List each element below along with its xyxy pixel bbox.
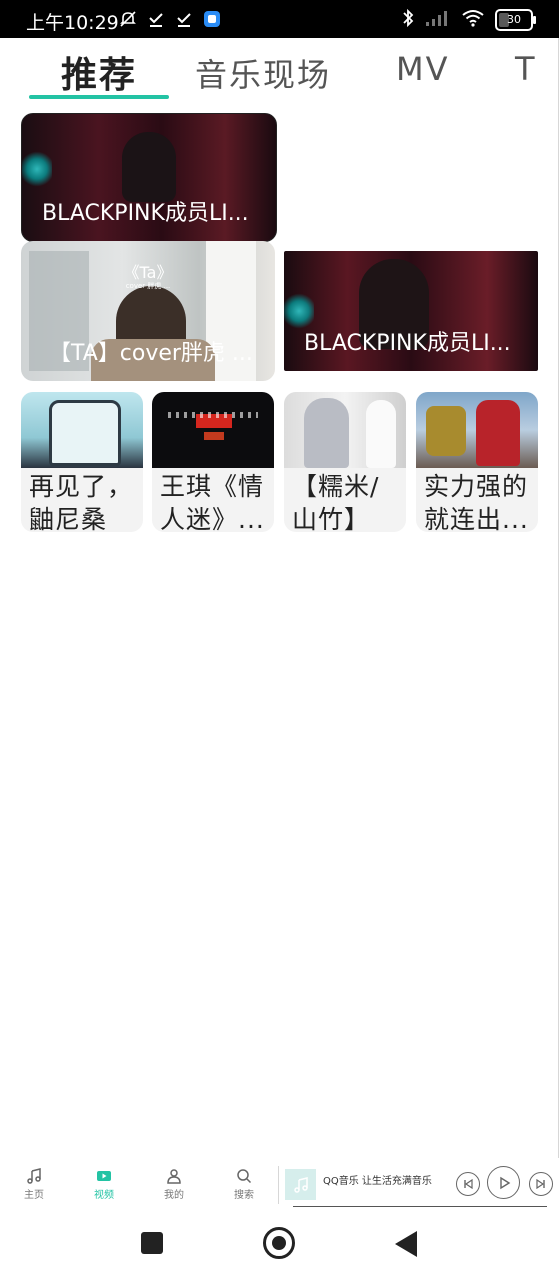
play-icon [499,1176,510,1189]
mini-player-cover[interactable] [285,1169,316,1200]
nav-home[interactable]: 主页 [14,1168,54,1201]
bluetooth-icon [401,8,415,32]
search-icon [237,1169,252,1184]
featured-video-card[interactable]: BLACKPINK成员LI... [284,251,538,371]
tab-more[interactable]: T [515,50,537,88]
previous-button[interactable] [456,1172,480,1196]
nav-video[interactable]: 视频 [84,1168,124,1201]
status-notification-icons [118,9,222,29]
user-icon [167,1169,181,1184]
status-system-icons: 30 [401,8,536,32]
mini-player-progress [293,1206,547,1207]
video-thumbnail [416,392,538,468]
skip-previous-icon [464,1179,473,1189]
battery-icon: 30 [495,9,536,31]
battery-level: 30 [507,13,521,26]
mute-icon [118,9,138,29]
video-thumbnail [152,392,274,468]
nav-divider [278,1166,279,1204]
category-tabs: 推荐 音乐现场 MV T [0,40,559,102]
video-title: BLACKPINK成员LI... [42,201,249,226]
back-button[interactable] [395,1231,417,1257]
wifi-icon [461,9,485,31]
skip-next-icon [536,1179,545,1189]
video-thumbnail-figure [122,132,176,202]
home-button[interactable] [263,1227,295,1259]
status-bar: 上午10:29 30 [0,0,559,38]
video-title: 实力强的就连出... [424,472,529,532]
music-note-icon [27,1168,41,1184]
active-tab-indicator [29,95,169,99]
video-card[interactable]: 再见了，鼬尼桑 [21,392,143,532]
video-thumbnail [21,392,143,468]
video-overlay-title: 《Ta》 [123,263,173,282]
video-thumbnail [284,392,406,468]
nav-mine-label: 我的 [164,1190,184,1201]
nav-mine[interactable]: 我的 [154,1168,194,1201]
download-done-icon [146,9,166,29]
signal-icon [425,9,451,31]
status-time: 上午10:29 [26,12,119,34]
tab-live-music[interactable]: 音乐现场 [195,50,331,96]
video-overlay-subtitle: cover 胖虎 ... [125,282,171,290]
video-title: 王琪《情人迷》... [160,472,265,532]
next-button[interactable] [529,1172,553,1196]
nav-search[interactable]: 搜索 [224,1168,264,1201]
mini-player-title[interactable]: QQ音乐 让生活充满音乐 [323,1172,432,1187]
video-title: 【糯米/山竹】翻... [292,472,380,532]
bottom-navigation: 主页 视频 我的 搜索 QQ音乐 让生活充满音乐 [0,1162,559,1212]
download-done-icon [174,9,194,29]
system-navigation-bar [0,1212,559,1280]
video-title: 【TA】cover胖虎 ... [49,341,253,366]
app-notification-icon [202,9,222,29]
nav-search-label: 搜索 [234,1190,254,1201]
featured-video-card[interactable]: BLACKPINK成员LI... [21,113,277,242]
video-card[interactable]: 王琪《情人迷》... [152,392,274,532]
music-note-icon [293,1176,308,1193]
video-title: 再见了，鼬尼桑 [29,472,134,532]
recent-apps-button[interactable] [141,1232,163,1254]
play-button[interactable] [487,1166,520,1199]
featured-video-card[interactable]: 《Ta》 cover 胖虎 ... 【TA】cover胖虎 ... [21,241,275,381]
video-card[interactable]: 实力强的就连出... [416,392,538,532]
video-title: BLACKPINK成员LI... [304,331,511,356]
video-card[interactable]: 【糯米/山竹】翻... [284,392,406,532]
tab-mv[interactable]: MV [396,50,450,88]
video-play-icon [97,1171,111,1181]
nav-video-label: 视频 [94,1190,114,1201]
tab-recommend[interactable]: 推荐 [61,46,137,98]
nav-home-label: 主页 [24,1190,44,1201]
